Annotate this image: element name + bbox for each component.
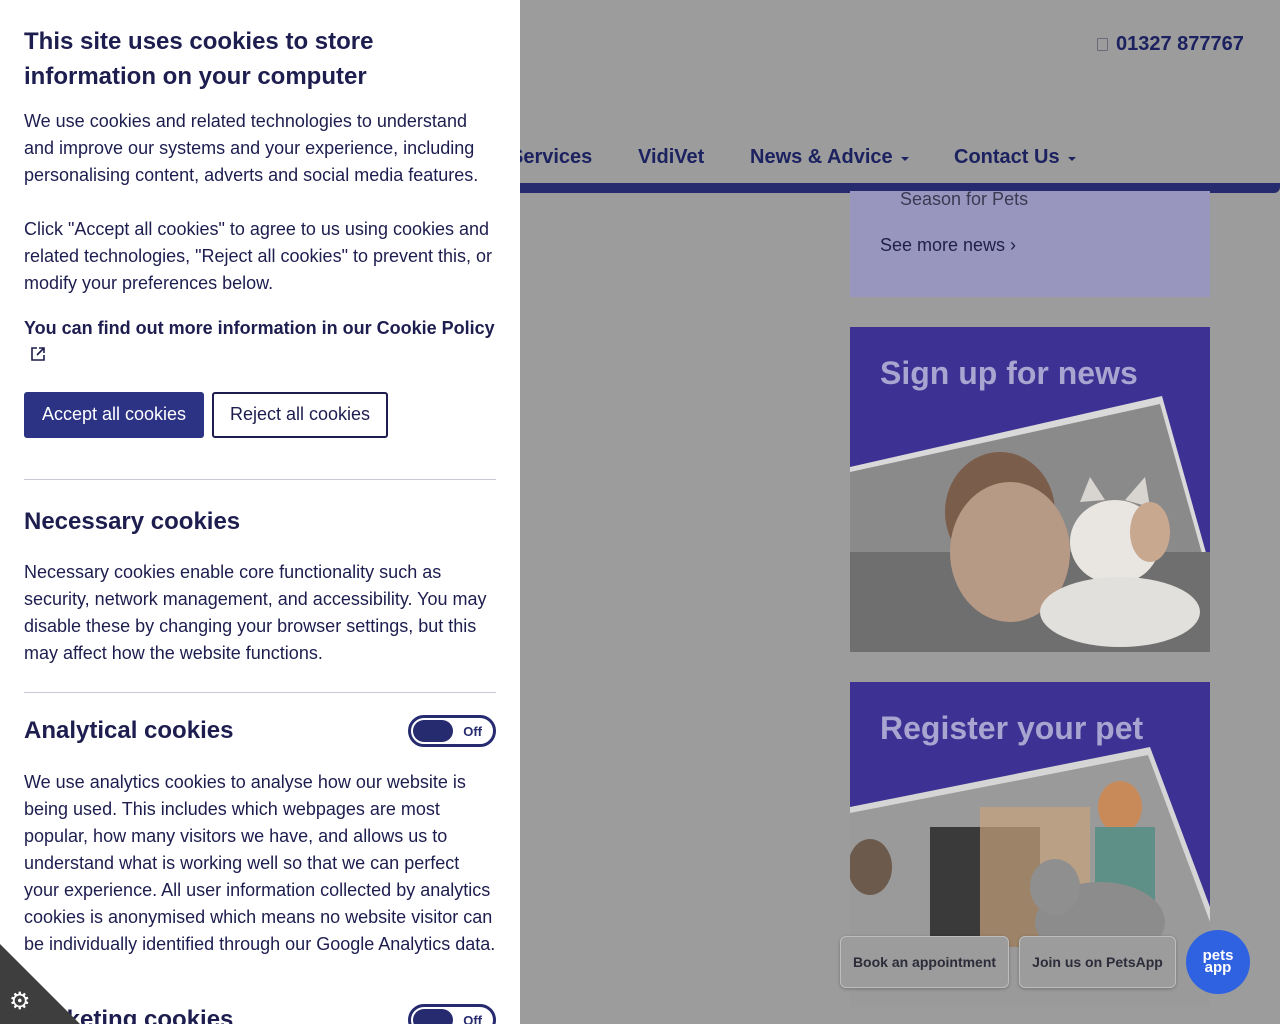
marketing-cookies-section: Marketing cookies Off <box>24 1003 496 1024</box>
toggle-state-label: Off <box>463 1012 482 1024</box>
analytical-cookies-description: We use analytics cookies to analyse how … <box>24 771 496 954</box>
vet-with-cat-photo <box>850 396 1210 652</box>
nav-item-label: News & Advice <box>750 146 893 168</box>
section-divider <box>24 691 496 693</box>
petsapp-logo-line2: app <box>1204 959 1232 976</box>
toggle-knob <box>413 1008 453 1024</box>
external-link-icon[interactable] <box>30 343 46 370</box>
nav-item-label: VidiVet <box>638 146 705 168</box>
analytical-cookies-header: Analytical cookies Off <box>24 714 496 747</box>
section-divider <box>24 478 496 480</box>
cookie-intro-text: We use cookies and related technologies … <box>24 111 479 185</box>
cookie-panel-content: This site uses cookies to store informat… <box>24 24 496 1024</box>
signup-title: Sign up for news <box>880 355 1138 391</box>
gear-icon: ⚙ <box>9 988 31 1015</box>
marketing-cookies-header: Marketing cookies Off <box>24 1003 496 1024</box>
cookie-panel-title: This site uses cookies to store informat… <box>24 28 374 90</box>
cookie-policy-line: You can find out more information in our… <box>24 315 496 370</box>
necessary-cookies-section: Necessary cookies Necessary cookies enab… <box>24 508 496 667</box>
news-panel: Season for Pets See more news › <box>850 189 1210 297</box>
nav-item-services[interactable]: Services <box>510 146 592 169</box>
phone-number: 01327 877767 <box>1116 33 1244 55</box>
analytical-cookies-section: Analytical cookies Off We use analytics … <box>24 714 496 958</box>
phone-icon <box>1097 38 1108 51</box>
cookie-instructions-text: Click "Accept all cookies" to agree to u… <box>24 219 493 293</box>
toggle-state-label: Off <box>463 723 482 739</box>
cookie-action-buttons: Accept all cookies Reject all cookies <box>24 391 496 438</box>
caret-down-icon <box>900 157 909 161</box>
necessary-cookies-title: Necessary cookies <box>24 507 241 535</box>
see-more-news-link[interactable]: See more news › <box>880 235 1016 256</box>
join-petsapp-button[interactable]: Join us on PetsApp <box>1019 936 1176 988</box>
caret-down-icon <box>1067 157 1076 161</box>
accept-all-cookies-button[interactable]: Accept all cookies <box>24 391 204 438</box>
header-phone[interactable]: 01327 877767 <box>1097 33 1244 56</box>
necessary-cookies-description: Necessary cookies enable core functional… <box>24 561 487 663</box>
reject-all-cookies-button[interactable]: Reject all cookies <box>212 391 388 438</box>
cookie-consent-panel: This site uses cookies to store informat… <box>0 0 520 1024</box>
analytical-cookies-title: Analytical cookies <box>24 716 234 744</box>
signup-promo[interactable]: Sign up for news <box>850 327 1210 652</box>
marketing-cookies-toggle[interactable]: Off <box>408 1003 496 1024</box>
register-title: Register your pet <box>880 710 1144 746</box>
news-item-link[interactable]: Season for Pets <box>900 189 1028 210</box>
nav-item-label: Services <box>510 146 593 168</box>
nav-item-contact-us[interactable]: Contact Us <box>954 146 1076 169</box>
nav-item-vidivet[interactable]: VidiVet <box>638 146 704 169</box>
toggle-knob <box>413 719 453 742</box>
cookie-policy-link[interactable]: Cookie Policy <box>377 318 495 338</box>
analytical-cookies-toggle[interactable]: Off <box>408 714 496 747</box>
nav-item-label: Contact Us <box>954 146 1060 168</box>
nav-item-news-advice[interactable]: News & Advice <box>750 146 909 169</box>
cookie-policy-prefix: You can find out more information in our <box>24 318 377 338</box>
book-appointment-button[interactable]: Book an appointment <box>840 936 1009 988</box>
petsapp-badge[interactable]: pets app <box>1186 930 1250 994</box>
